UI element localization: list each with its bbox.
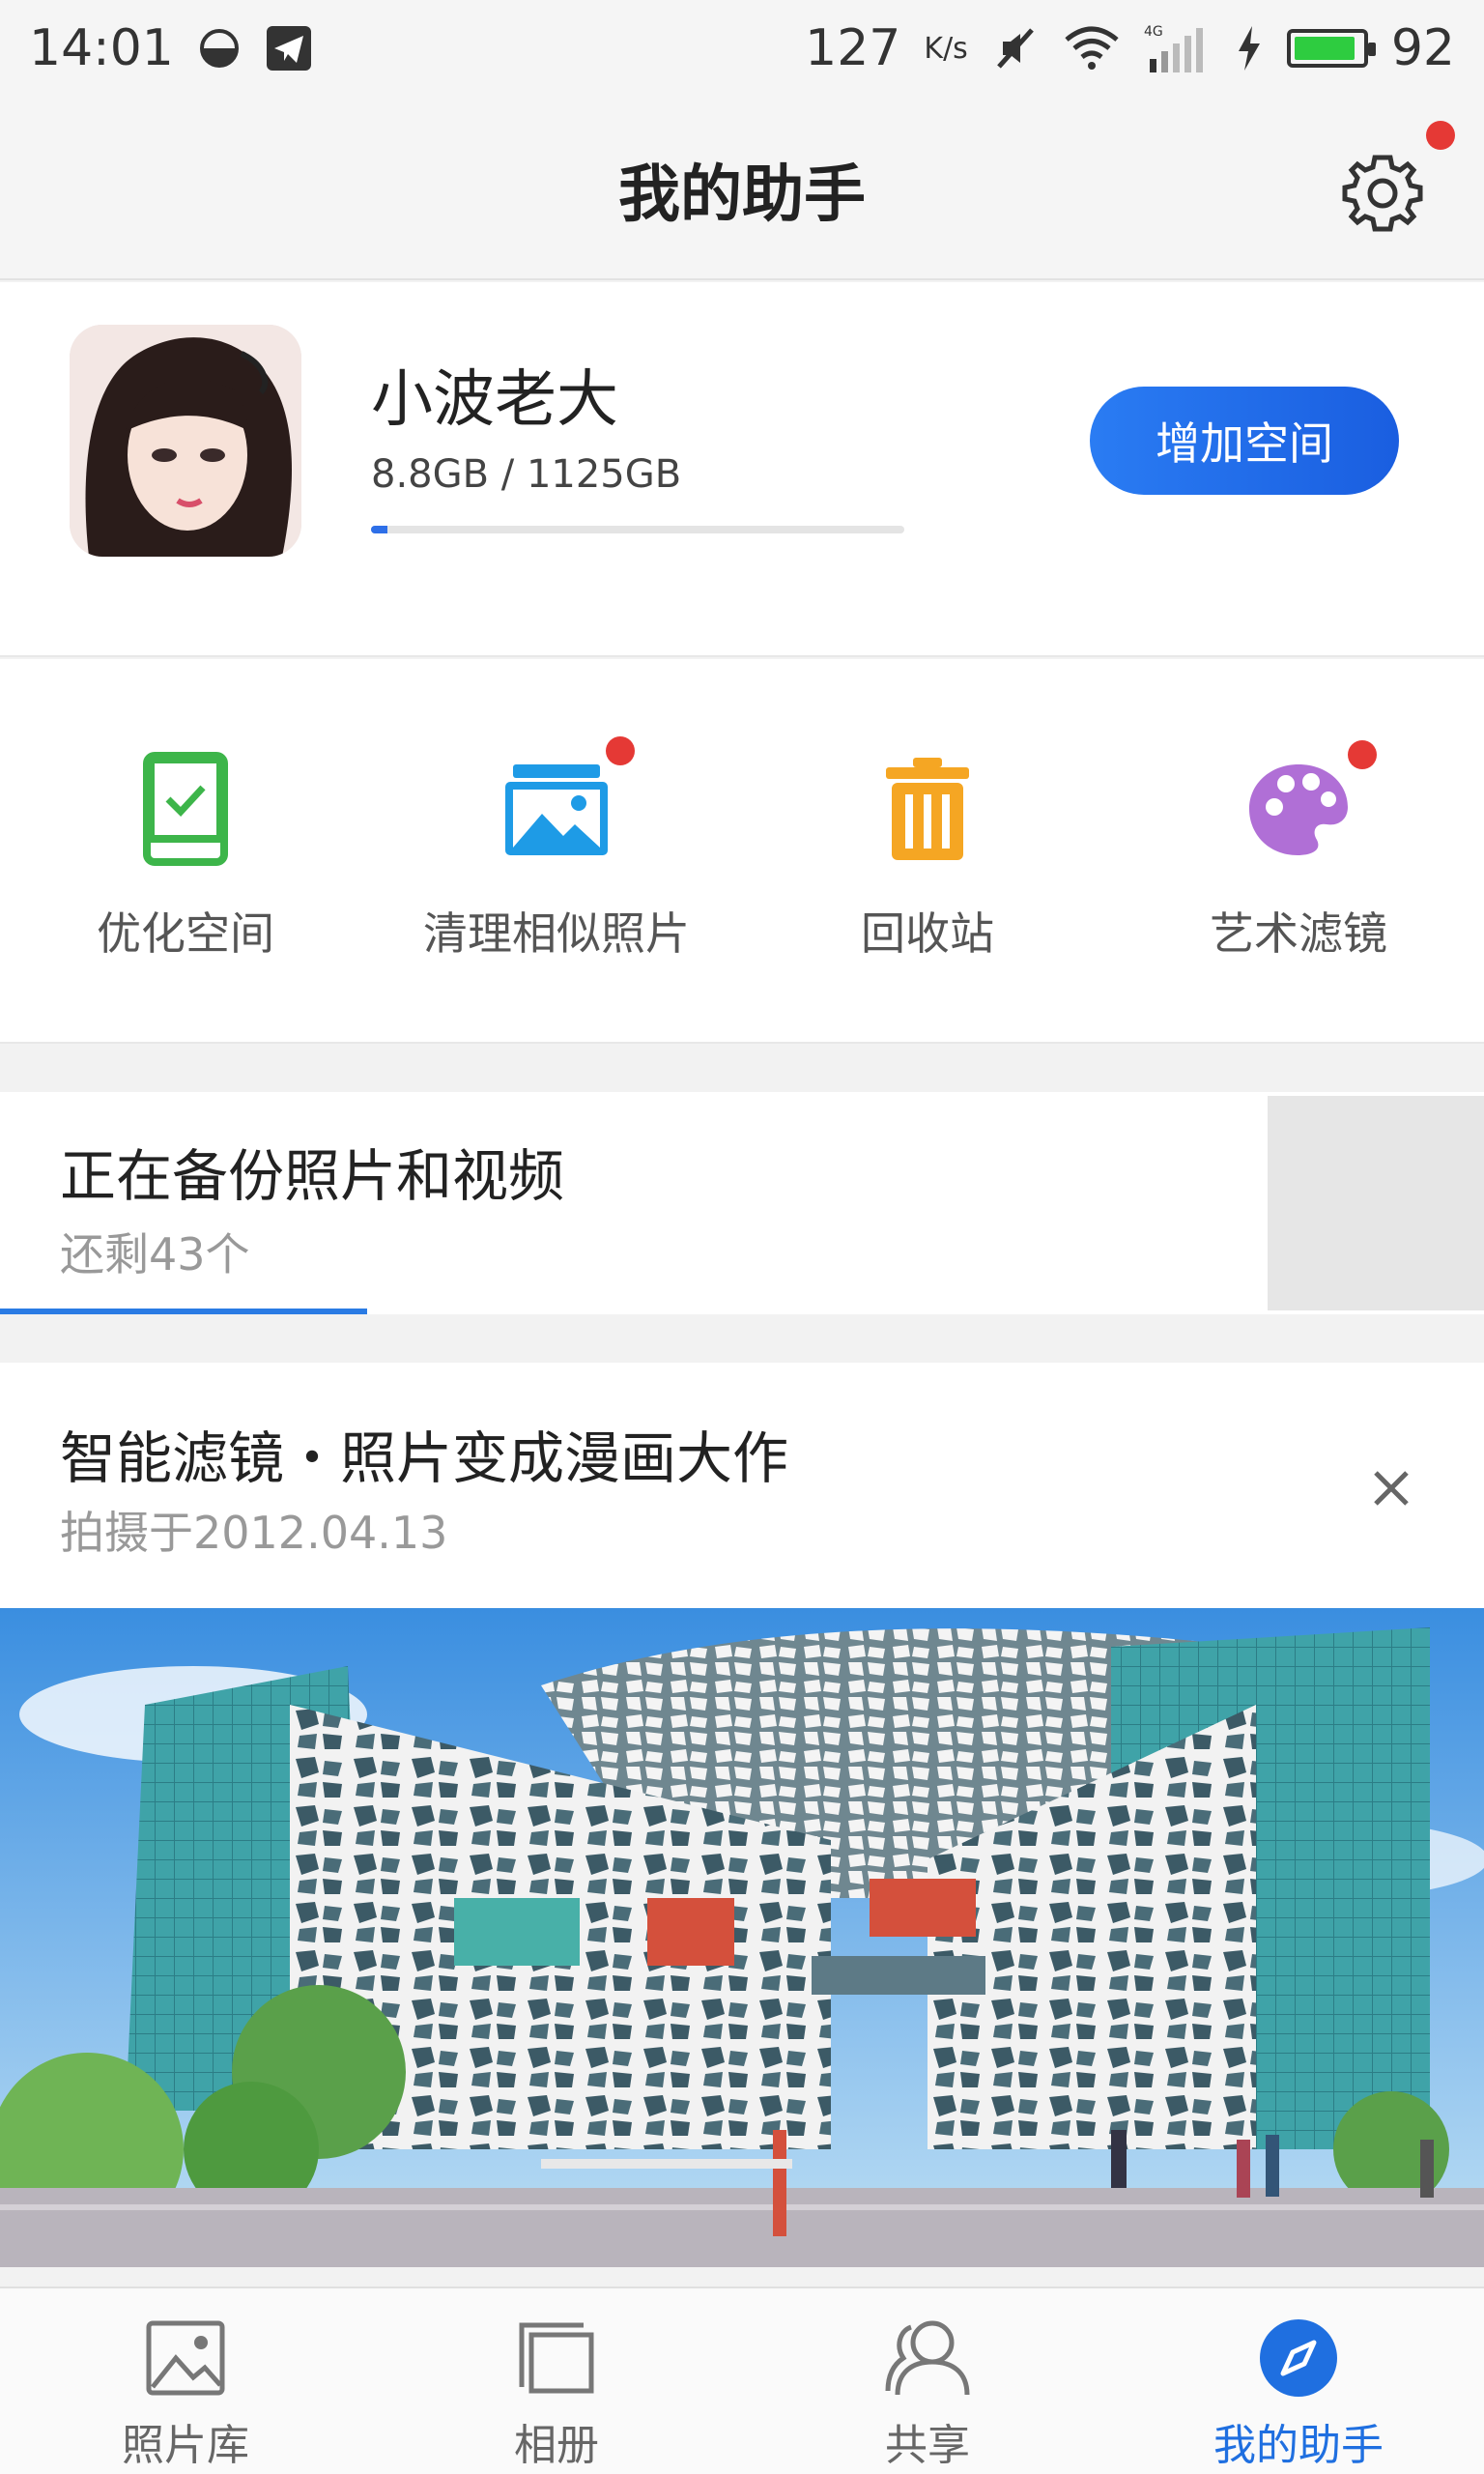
profile-card: 小波老大 8.8GB / 1125GB 增加空间 (0, 282, 1484, 657)
tool-optimize-space[interactable]: 优化空间 (0, 659, 371, 1042)
trash-icon (865, 746, 990, 872)
nav-label: 照片库 (122, 2421, 249, 2470)
feature-photo[interactable] (0, 1608, 1484, 2267)
tool-label: 优化空间 (97, 907, 274, 960)
backup-progress-bar (0, 1309, 1268, 1314)
bottom-nav: 照片库 相册 共享 我的助手 (0, 2287, 1484, 2474)
storage-progress-fill (371, 526, 387, 533)
gear-icon (1342, 155, 1423, 232)
nav-item-share[interactable]: 共享 (742, 2288, 1113, 2474)
nav-label: 相册 (514, 2421, 599, 2470)
nav-label: 共享 (885, 2421, 970, 2470)
album-icon (510, 2312, 603, 2404)
tool-recycle-bin[interactable]: 回收站 (742, 659, 1113, 1042)
mute-icon (991, 24, 1040, 72)
add-space-button[interactable]: 增加空间 (1090, 387, 1399, 495)
notification-dot (606, 736, 635, 765)
storage-usage: 8.8GB / 1125GB (371, 452, 682, 497)
nav-item-album[interactable]: 相册 (371, 2288, 742, 2474)
photos-icon (494, 736, 635, 872)
share-people-icon (881, 2312, 974, 2404)
storage-progress-bar (371, 526, 904, 533)
notification-dot (1348, 740, 1377, 769)
tool-grid: 优化空间 清理相似照片 回收站 艺术滤镜 (0, 659, 1484, 1044)
wifi-icon (1063, 24, 1121, 72)
telegram-icon (265, 24, 313, 72)
status-time: 14:01 (29, 19, 174, 77)
tool-label: 清理相似照片 (423, 907, 690, 960)
nav-label: 我的助手 (1213, 2421, 1384, 2470)
net-unit: K/s (924, 31, 968, 66)
feature-title: 智能滤镜・照片变成漫画大作 (60, 1425, 789, 1491)
phone-check-icon (123, 746, 248, 872)
backup-thumbnail (1268, 1096, 1484, 1310)
settings-notification-dot (1426, 121, 1455, 150)
avatar[interactable] (70, 325, 301, 557)
tool-label: 艺术滤镜 (1210, 907, 1387, 960)
tool-clean-similar-photos[interactable]: 清理相似照片 (371, 659, 742, 1042)
backup-remaining: 还剩43个 (60, 1228, 250, 1280)
username: 小波老大 (371, 364, 618, 436)
signal-icon: 4G (1144, 22, 1212, 74)
nav-item-gallery[interactable]: 照片库 (0, 2288, 371, 2474)
charging-icon (1235, 24, 1264, 72)
battery-icon (1286, 29, 1376, 68)
palette-icon (1236, 740, 1377, 872)
close-button[interactable] (1364, 1461, 1418, 1515)
backup-progress-fill (0, 1309, 368, 1314)
tool-label: 回收站 (861, 907, 994, 960)
battery-percent: 92 (1390, 19, 1455, 77)
half-moon-icon (197, 26, 242, 71)
settings-button[interactable] (1339, 121, 1455, 237)
feature-date: 拍摄于2012.04.13 (60, 1507, 448, 1559)
page-title: 我的助手 (618, 159, 866, 231)
tool-art-filter[interactable]: 艺术滤镜 (1113, 659, 1484, 1042)
nav-item-my-assistant[interactable]: 我的助手 (1113, 2288, 1484, 2474)
net-speed: 127 (805, 19, 901, 77)
smart-filter-card[interactable]: 智能滤镜・照片变成漫画大作 拍摄于2012.04.13 (0, 1363, 1484, 2267)
gallery-icon (139, 2312, 232, 2404)
app-header: 我的助手 (0, 97, 1484, 280)
backup-status-card[interactable]: 正在备份照片和视频 还剩43个 (0, 1092, 1484, 1314)
status-bar: 14:01 127 K/s 4G 92 (0, 0, 1484, 97)
compass-icon (1252, 2312, 1345, 2404)
backup-title: 正在备份照片和视频 (60, 1143, 565, 1209)
close-icon (1374, 1471, 1409, 1506)
network-type: 4G (1144, 24, 1163, 40)
